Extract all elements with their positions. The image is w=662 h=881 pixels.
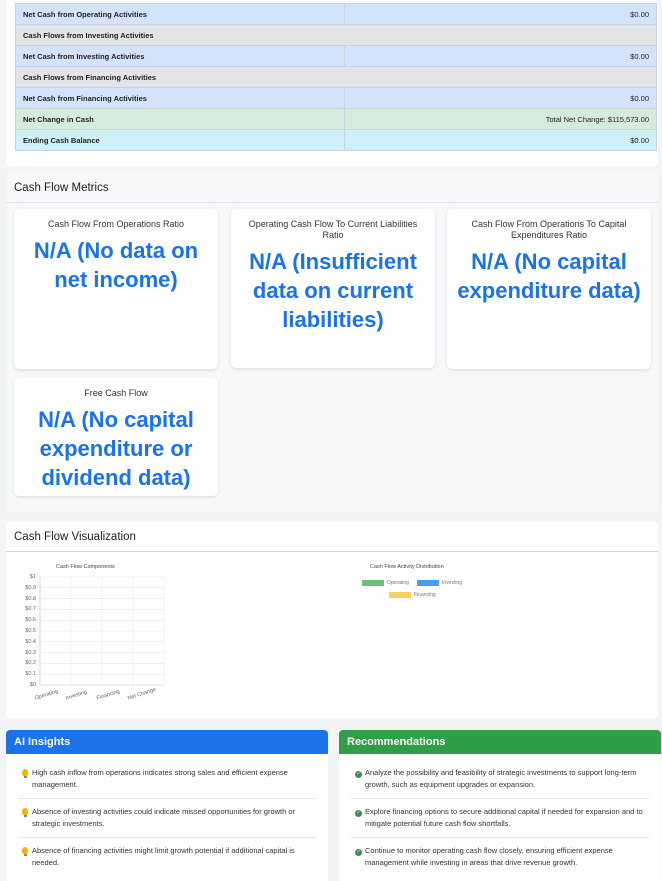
table-row: Ending Cash Balance $0.00 — [15, 129, 657, 151]
section-title: Cash Flow Metrics — [6, 173, 658, 203]
y-tick-label: $0.7 — [25, 606, 36, 613]
list-item: ✓ Explore financing options to secure ad… — [351, 799, 649, 838]
row-value: $0.00 — [344, 87, 657, 109]
row-label: Net Cash from Investing Activities — [15, 45, 345, 67]
insight-text: Absence of investing activities could in… — [32, 807, 296, 828]
check-circle-icon: ✓ — [355, 771, 362, 778]
legend-label: Operating — [387, 580, 409, 586]
metric-title: Cash Flow From Operations To Capital Exp… — [471, 219, 627, 240]
table-row: Net Cash from Financing Activities $0.00 — [15, 87, 657, 109]
table-row: Cash Flows from Investing Activities — [15, 24, 657, 46]
page: Net Cash from Operating Activities $0.00… — [0, 0, 662, 881]
y-tick-label: $0.4 — [25, 638, 36, 645]
insight-text: High cash inflow from operations indicat… — [32, 768, 288, 789]
bar-chart-plot — [39, 576, 165, 686]
insight-text: Absence of financing activities might li… — [32, 846, 295, 867]
row-value: $0.00 — [344, 45, 657, 67]
metric-title: Operating Cash Flow To Current Liabiliti… — [248, 219, 418, 240]
check-circle-icon: ✓ — [355, 849, 362, 856]
row-label: Net Change in Cash — [15, 108, 345, 130]
list-item: Absence of investing activities could in… — [18, 799, 316, 838]
row-label: Net Cash from Operating Activities — [15, 3, 345, 25]
recommendations-panel: Recommendations ✓ Analyze the possibilit… — [339, 730, 661, 881]
cash-flow-visualization-section: Cash Flow Visualization Cash Flow Compon… — [6, 522, 658, 718]
table-row: Cash Flows from Financing Activities — [15, 66, 657, 88]
y-tick-label: $0.9 — [25, 584, 36, 591]
lightbulb-icon — [18, 806, 32, 830]
list-item: High cash inflow from operations indicat… — [18, 760, 316, 799]
row-label: Cash Flows from Investing Activities — [15, 24, 657, 46]
lightbulb-icon — [18, 845, 32, 869]
recommendation-text: Continue to monitor operating cash flow … — [365, 846, 613, 867]
legend-item-financing[interactable]: Financing — [389, 592, 436, 598]
table-row: Net Cash from Investing Activities $0.00 — [15, 45, 657, 67]
y-tick-label: $0.2 — [25, 660, 36, 667]
panel-header: AI Insights — [6, 730, 328, 754]
recommendation-text: Explore financing options to secure addi… — [365, 807, 643, 828]
legend-swatch — [362, 580, 384, 586]
metric-value: N/A (No capital expenditure or dividend … — [38, 407, 194, 490]
y-tick-label: $1 — [29, 574, 36, 580]
metric-card-capex-ratio: Cash Flow From Operations To Capital Exp… — [447, 209, 651, 369]
cash-flow-statement-card: Net Cash from Operating Activities $0.00… — [6, 0, 658, 166]
table-row: Net Cash from Operating Activities $0.00 — [15, 3, 657, 25]
list-item: ✓ Continue to monitor operating cash flo… — [351, 838, 649, 876]
y-tick-label: $0.8 — [25, 595, 36, 602]
metric-value: N/A (No data on net income) — [33, 238, 199, 292]
recommendation-text: Analyze the possibility and feasibility … — [365, 768, 637, 789]
row-label: Net Cash from Financing Activities — [15, 87, 345, 109]
panel-header: Recommendations — [339, 730, 661, 754]
y-tick-label: $0.5 — [25, 628, 36, 634]
y-tick-label: $0.6 — [25, 617, 36, 624]
y-tick-label: $0.1 — [25, 671, 36, 678]
cash-flow-metrics-section: Cash Flow Metrics Cash Flow From Operati… — [6, 173, 658, 513]
list-item: Absence of financing activities might li… — [18, 838, 316, 876]
row-value: $0.00 — [344, 3, 657, 25]
legend-item-investing[interactable]: Investing — [417, 580, 462, 586]
row-label: Ending Cash Balance — [15, 129, 345, 151]
metric-value: N/A (Insufficient data on current liabil… — [249, 249, 417, 332]
metric-card-operations-ratio: Cash Flow From Operations Ratio N/A (No … — [14, 209, 218, 369]
lightbulb-icon — [18, 767, 32, 791]
row-value: $0.00 — [344, 129, 657, 151]
cash-flow-statement-table: Net Cash from Operating Activities $0.00… — [15, 3, 657, 151]
list-item: ✓ Analyze the possibility and feasibilit… — [351, 760, 649, 799]
check-circle-icon: ✓ — [355, 810, 362, 817]
metric-title: Cash Flow From Operations Ratio — [47, 219, 185, 229]
legend-label: Financing — [414, 592, 436, 598]
metric-card-free-cash-flow: Free Cash Flow N/A (No capital expenditu… — [14, 378, 218, 496]
legend-item-operating[interactable]: Operating — [362, 580, 409, 586]
metric-title: Free Cash Flow — [84, 388, 148, 398]
recommendations-list: ✓ Analyze the possibility and feasibilit… — [339, 754, 661, 876]
pie-chart-title: Cash Flow Activity Distribution — [370, 564, 444, 570]
y-tick-label: $0 — [29, 682, 36, 688]
metric-value: N/A (No capital expenditure data) — [457, 249, 641, 303]
metric-card-liabilities-ratio: Operating Cash Flow To Current Liabiliti… — [231, 209, 435, 368]
legend-swatch — [417, 580, 439, 586]
legend-swatch — [389, 592, 411, 598]
row-label: Cash Flows from Financing Activities — [15, 66, 657, 88]
legend-label: Investing — [442, 580, 463, 586]
y-tick-label: $0.3 — [25, 649, 36, 656]
table-row: Net Change in Cash Total Net Change: $11… — [15, 108, 657, 130]
ai-insights-panel: AI Insights High cash inflow from operat… — [6, 730, 328, 881]
insights-list: High cash inflow from operations indicat… — [6, 754, 328, 876]
row-value: Total Net Change: $115,573.00 — [344, 108, 657, 130]
